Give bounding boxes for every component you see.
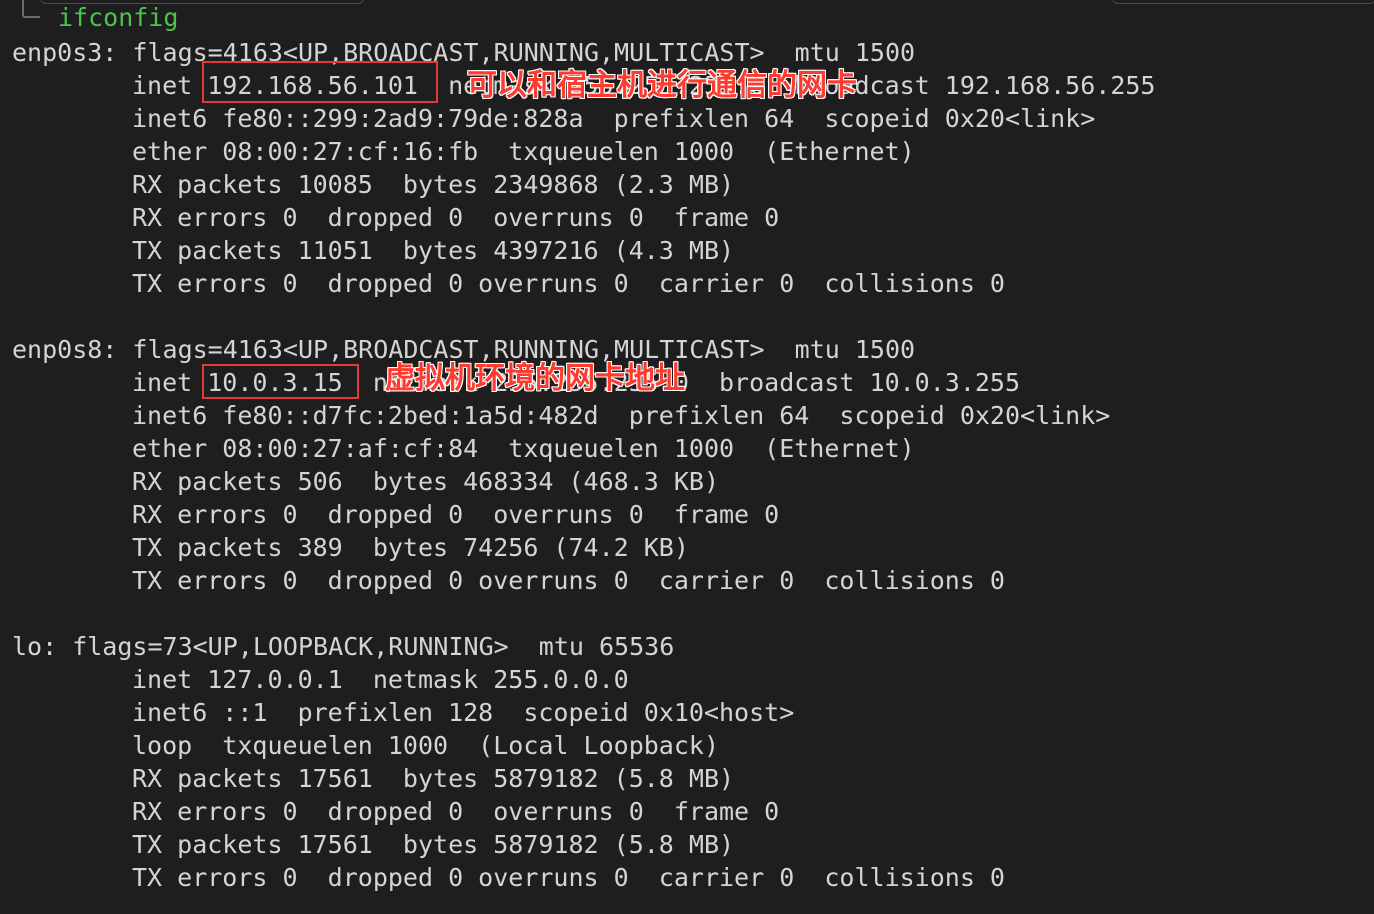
rx-packets-line-enp0s3: RX packets 10085 bytes 2349868 (2.3 MB) [132, 170, 735, 199]
ether-line-enp0s3: ether 08:00:27:cf:16:fb txqueuelen 1000 … [132, 137, 915, 166]
annotation-nat: 虚拟机环境的网卡地址 [385, 361, 685, 396]
inet6-line-enp0s8: inet6 fe80::d7fc:2bed:1a5d:482d prefixle… [132, 401, 1111, 430]
tx-packets-line-enp0s3: TX packets 11051 bytes 4397216 (4.3 MB) [132, 236, 735, 265]
ether-line-enp0s8: ether 08:00:27:af:cf:84 txqueuelen 1000 … [132, 434, 915, 463]
tx-errors-line-enp0s8: TX errors 0 dropped 0 overruns 0 carrier… [132, 566, 1005, 595]
rx-errors-line-enp0s3: RX errors 0 dropped 0 overruns 0 frame 0 [132, 203, 780, 232]
tx-errors-line-enp0s3: TX errors 0 dropped 0 overruns 0 carrier… [132, 269, 1005, 298]
terminal-window[interactable]: ifconfig enp0s3: flags=4163<UP,BROADCAST… [0, 0, 1374, 914]
inet-line-lo: inet 127.0.0.1 netmask 255.0.0.0 [132, 665, 629, 694]
interface-header-enp0s3: enp0s3: flags=4163<UP,BROADCAST,RUNNING,… [12, 38, 916, 67]
interface-header-lo: lo: flags=73<UP,LOOPBACK,RUNNING> mtu 65… [12, 632, 675, 661]
tx-packets-line-enp0s8: TX packets 389 bytes 74256 (74.2 KB) [132, 533, 689, 562]
tx-errors-line-lo: TX errors 0 dropped 0 overruns 0 carrier… [132, 863, 1005, 892]
inet6-line-lo: inet6 ::1 prefixlen 128 scopeid 0x10<hos… [132, 698, 795, 727]
highlight-box-enp0s8-ip [202, 364, 359, 399]
command-text: ifconfig [58, 3, 179, 32]
tab-edge-right [1112, 0, 1374, 4]
rx-packets-line-enp0s8: RX packets 506 bytes 468334 (468.3 KB) [132, 467, 719, 496]
rx-errors-line-lo: RX errors 0 dropped 0 overruns 0 frame 0 [132, 797, 780, 826]
rx-errors-line-enp0s8: RX errors 0 dropped 0 overruns 0 frame 0 [132, 500, 780, 529]
prompt-corner-glyph [22, 0, 40, 18]
tx-packets-line-lo: TX packets 17561 bytes 5879182 (5.8 MB) [132, 830, 735, 859]
annotation-host-only: 可以和宿主机进行通信的网卡 [467, 68, 857, 103]
rx-packets-line-lo: RX packets 17561 bytes 5879182 (5.8 MB) [132, 764, 735, 793]
inet6-line-enp0s3: inet6 fe80::299:2ad9:79de:828a prefixlen… [132, 104, 1096, 133]
highlight-box-enp0s3-ip [202, 61, 438, 103]
loop-line-lo: loop txqueuelen 1000 (Local Loopback) [132, 731, 719, 760]
